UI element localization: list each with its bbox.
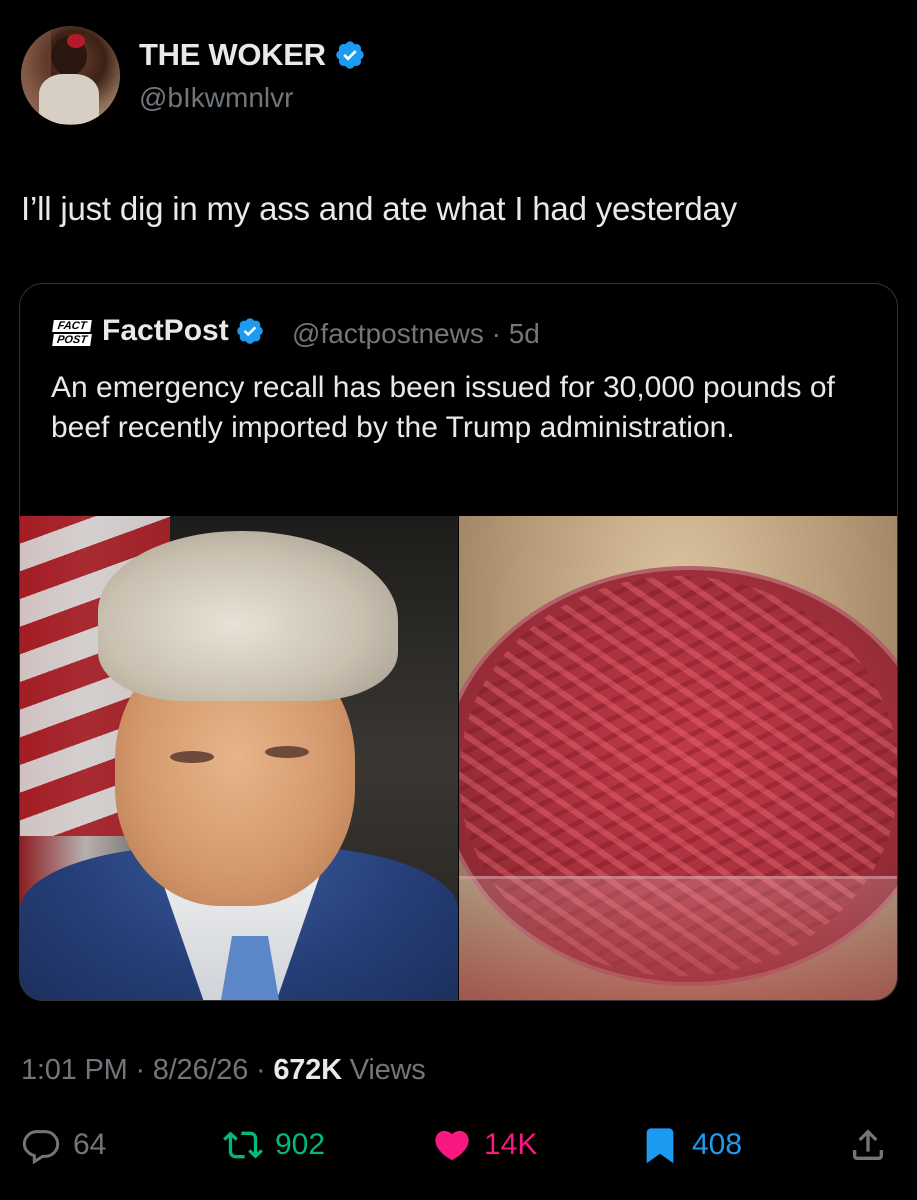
reply-count: 64 bbox=[73, 1128, 107, 1161]
reply-button[interactable]: 64 bbox=[21, 1125, 106, 1165]
tweet-timestamp[interactable]: 1:01 PM · 8/26/26 · bbox=[21, 1054, 273, 1086]
quote-display-name[interactable]: FactPost bbox=[102, 314, 229, 348]
author-display-name[interactable]: THE WOKER bbox=[139, 37, 326, 73]
repost-button[interactable]: 902 bbox=[223, 1125, 325, 1165]
reply-icon bbox=[22, 1130, 60, 1165]
bookmark-icon bbox=[646, 1128, 674, 1164]
verified-badge-icon bbox=[236, 318, 263, 344]
quote-handle-time[interactable]: @factpostnews · 5d bbox=[292, 318, 540, 350]
like-count: 14K bbox=[484, 1128, 538, 1161]
share-icon bbox=[853, 1129, 883, 1160]
views-label: Views bbox=[341, 1054, 426, 1086]
repost-icon bbox=[223, 1131, 263, 1159]
logo-line-fact: FACT bbox=[52, 320, 92, 332]
quote-text: An emergency recall has been issued for … bbox=[51, 371, 835, 444]
quote-image-portrait[interactable] bbox=[20, 516, 458, 1000]
logo-line-post: POST bbox=[52, 334, 92, 346]
author-handle[interactable]: @bIkwmnlvr bbox=[139, 82, 293, 114]
share-button[interactable] bbox=[848, 1125, 888, 1165]
factpost-logo: FACT POST bbox=[52, 320, 92, 350]
quote-image-ground-beef[interactable] bbox=[459, 516, 897, 1000]
tweet-text: I’ll just dig in my ass and ate what I h… bbox=[21, 190, 737, 227]
verified-badge-icon bbox=[336, 41, 364, 69]
quoted-tweet[interactable]: FACT POST FactPost @factpostnews · 5d An… bbox=[19, 283, 898, 1001]
views-count: 672K bbox=[273, 1054, 342, 1086]
heart-icon bbox=[435, 1130, 469, 1161]
repost-count: 902 bbox=[275, 1128, 326, 1161]
tweet-meta: 1:01 PM · 8/26/26 · 672K Views bbox=[21, 1054, 426, 1087]
author-name[interactable]: THE WOKER bbox=[139, 37, 366, 73]
quote-author-name[interactable]: FactPost bbox=[102, 314, 265, 348]
bookmark-count: 408 bbox=[692, 1128, 743, 1161]
author-avatar[interactable] bbox=[21, 26, 120, 125]
bookmark-button[interactable]: 408 bbox=[640, 1125, 742, 1165]
tweet-detail: THE WOKER @bIkwmnlvr I’ll just dig in my… bbox=[0, 0, 917, 1200]
like-button[interactable]: 14K bbox=[432, 1125, 537, 1165]
